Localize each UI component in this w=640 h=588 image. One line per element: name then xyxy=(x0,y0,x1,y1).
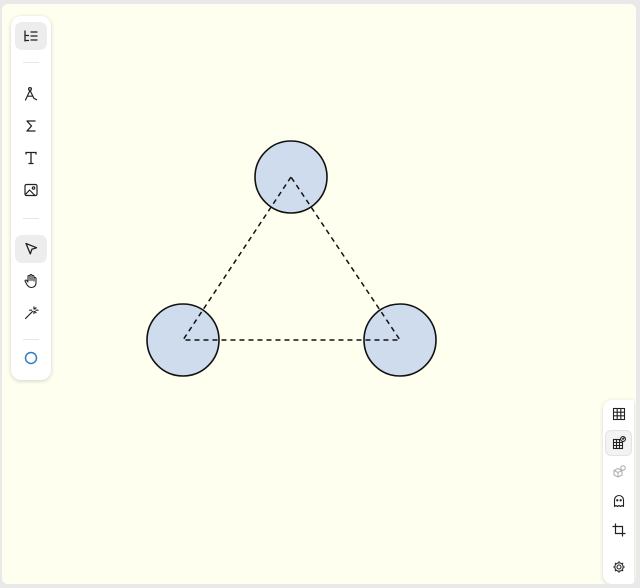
toolbar-divider xyxy=(23,218,39,219)
crop-icon xyxy=(611,523,626,537)
grid-magnet-icon xyxy=(612,436,626,450)
hand-icon xyxy=(24,273,37,289)
magic-tool-button[interactable] xyxy=(15,299,47,327)
cube-magnet-icon xyxy=(612,465,626,478)
sigma-icon xyxy=(26,120,36,132)
toolbar-divider xyxy=(23,339,39,340)
gear-icon xyxy=(612,561,625,573)
image-icon xyxy=(24,183,38,197)
magic-wand-icon xyxy=(24,306,39,320)
select-tool-button[interactable] xyxy=(15,235,47,263)
ghost-icon xyxy=(613,494,624,508)
shape-color-button[interactable] xyxy=(15,344,47,372)
menu-list-icon xyxy=(24,30,38,42)
crop-button[interactable] xyxy=(605,517,632,543)
text-tool-button[interactable] xyxy=(15,144,47,172)
text-t-icon xyxy=(25,151,37,165)
drawing-canvas[interactable] xyxy=(2,4,636,584)
app-canvas-area[interactable] xyxy=(2,4,636,584)
ghost-mode-button[interactable] xyxy=(605,488,632,514)
circle-icon xyxy=(24,351,38,365)
toolbar-divider xyxy=(23,62,39,63)
formula-tool-button[interactable] xyxy=(15,112,47,140)
pan-tool-button[interactable] xyxy=(15,267,47,295)
snap-objects-button[interactable] xyxy=(605,459,632,485)
menu-button[interactable] xyxy=(15,22,47,50)
snap-to-grid-button[interactable] xyxy=(605,430,632,456)
image-tool-button[interactable] xyxy=(15,176,47,204)
left-toolbar xyxy=(11,16,51,380)
grid-icon xyxy=(612,407,625,421)
grid-toggle-button[interactable] xyxy=(605,401,632,427)
settings-button[interactable] xyxy=(605,554,632,580)
draw-tool-button[interactable] xyxy=(15,80,47,108)
right-toolbar xyxy=(603,400,634,584)
cursor-arrow-icon xyxy=(25,242,38,255)
pen-nib-icon xyxy=(24,87,38,101)
